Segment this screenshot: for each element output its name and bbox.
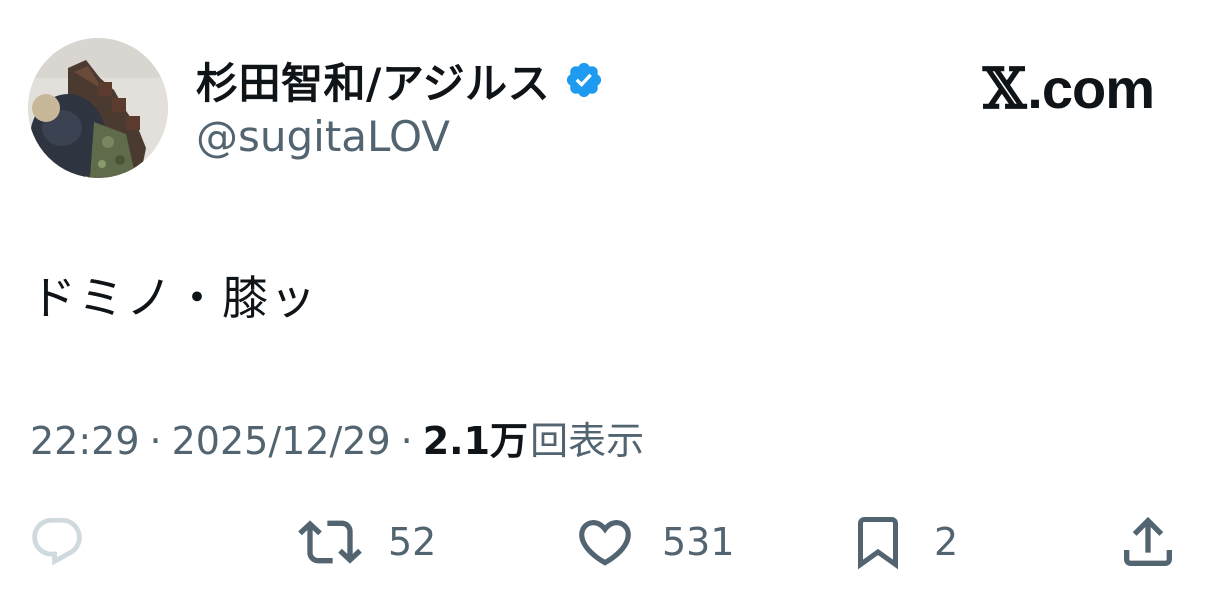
x-logo-icon: 𝕏: [982, 56, 1026, 122]
heart-icon: [579, 520, 631, 566]
like-count: 531: [662, 520, 735, 564]
meta-separator: ·: [149, 419, 162, 463]
reply-button[interactable]: [28, 508, 86, 576]
meta-separator: ·: [400, 419, 413, 463]
retweet-count: 52: [388, 520, 437, 564]
brand-domain: .com: [1027, 57, 1155, 120]
tweet-text: ドミノ・膝ッ: [30, 271, 318, 325]
verified-badge-icon[interactable]: [564, 60, 604, 100]
tweet-actions-bar: 52 531 2: [0, 508, 1206, 576]
tweet-time[interactable]: 22:29: [30, 419, 140, 463]
x-com-logo[interactable]: 𝕏.com: [982, 56, 1155, 122]
reply-icon: [32, 517, 82, 566]
retweet-button[interactable]: 52: [298, 508, 436, 576]
display-name[interactable]: 杉田智和/アジルス: [196, 52, 604, 108]
bookmark-count: 2: [934, 520, 959, 564]
bookmark-button[interactable]: 2: [848, 508, 958, 576]
tweet-date[interactable]: 2025/12/29: [172, 419, 391, 463]
views-label: 回表示: [530, 419, 645, 463]
retweet-icon: [298, 520, 362, 564]
avatar[interactable]: [28, 38, 168, 178]
profile-photo-icon: [28, 38, 168, 178]
views-count: 2.1万: [422, 419, 529, 463]
display-name-text[interactable]: 杉田智和/アジルス: [196, 50, 550, 111]
share-icon: [1124, 516, 1172, 566]
bookmark-icon: [858, 517, 898, 570]
share-button[interactable]: [1116, 508, 1180, 576]
user-handle[interactable]: @sugitaLOV: [196, 112, 450, 161]
tweet-meta: 22:29 · 2025/12/29 · 2.1万 回表示: [30, 410, 644, 465]
like-button[interactable]: 531: [574, 508, 735, 576]
